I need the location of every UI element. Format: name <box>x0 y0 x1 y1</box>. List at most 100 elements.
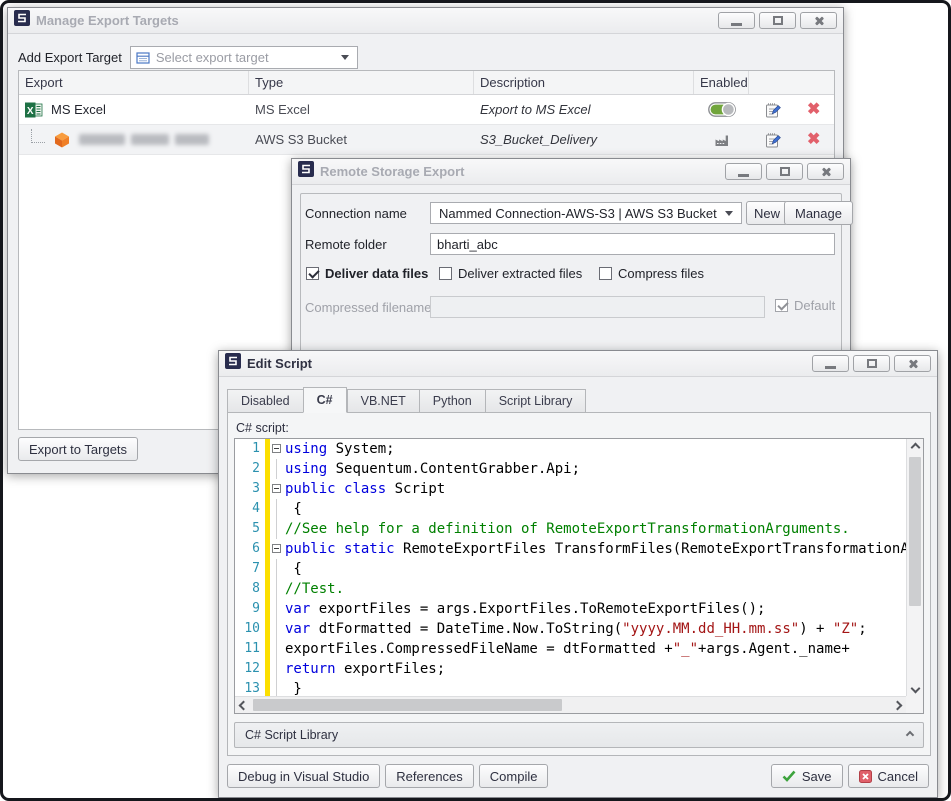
export-description: Export to MS Excel <box>480 102 591 117</box>
code-viewport[interactable]: 1using System;2using Sequentum.ContentGr… <box>235 439 906 696</box>
vertical-scrollbar[interactable] <box>906 439 923 696</box>
checkbox-checked-icon[interactable] <box>306 267 319 280</box>
code-text: using Sequentum.ContentGrabber.Api; <box>285 459 906 479</box>
dropdown-placeholder: Select export target <box>156 50 335 65</box>
tab-python[interactable]: Python <box>419 389 485 413</box>
code-line[interactable]: 5//See help for a definition of RemoteEx… <box>235 519 906 539</box>
deliver-extracted-files-checkbox[interactable]: Deliver extracted files <box>439 266 582 281</box>
code-line[interactable]: 4 { <box>235 499 906 519</box>
fold-collapse-box[interactable] <box>270 439 285 459</box>
maximize-button[interactable] <box>766 163 803 180</box>
minimize-button[interactable] <box>725 163 762 180</box>
references-button[interactable]: References <box>385 764 473 788</box>
column-header-actions <box>749 71 834 94</box>
tab-c-[interactable]: C# <box>303 387 347 413</box>
scroll-up-arrow[interactable] <box>907 439 924 455</box>
export-to-targets-button[interactable]: Export to Targets <box>18 437 138 461</box>
enabled-toggle-on[interactable] <box>708 102 736 117</box>
horizontal-scroll-thumb[interactable] <box>253 699 562 711</box>
tab-script-library[interactable]: Script Library <box>485 389 587 413</box>
deliver-data-files-label: Deliver data files <box>325 266 428 281</box>
deliver-data-files-checkbox[interactable]: Deliver data files <box>306 266 428 281</box>
scroll-down-arrow[interactable] <box>907 680 924 696</box>
vertical-scroll-thumb[interactable] <box>909 457 921 606</box>
column-header-enabled[interactable]: Enabled <box>694 71 749 94</box>
connection-name-combo[interactable]: Nammed Connection-AWS-S3 | AWS S3 Bucket <box>430 202 742 224</box>
compile-button[interactable]: Compile <box>479 764 549 788</box>
maximize-button[interactable] <box>759 12 796 29</box>
maximize-button[interactable] <box>853 355 890 372</box>
fold-guide <box>270 619 285 639</box>
delete-icon[interactable]: ✖ <box>807 102 820 118</box>
checkbox-unchecked-icon[interactable] <box>439 267 452 280</box>
new-connection-button[interactable]: New <box>746 201 788 225</box>
code-line[interactable]: 11exportFiles.CompressedFileName = dtFor… <box>235 639 906 659</box>
code-line[interactable]: 7 { <box>235 559 906 579</box>
fold-collapse-box[interactable] <box>270 479 285 499</box>
checkbox-checked-disabled-icon[interactable] <box>775 299 788 312</box>
code-line[interactable]: 8//Test. <box>235 579 906 599</box>
code-text: var exportFiles = args.ExportFiles.ToRem… <box>285 599 906 619</box>
add-export-target-label: Add Export Target <box>18 50 122 65</box>
manage-connections-button[interactable]: Manage <box>784 201 853 225</box>
default-checkbox[interactable]: Default <box>775 298 835 313</box>
line-number: 5 <box>235 519 265 539</box>
tab-vb-net[interactable]: VB.NET <box>347 389 419 413</box>
edit-icon[interactable] <box>765 132 781 148</box>
edit-icon[interactable] <box>765 102 781 118</box>
code-line[interactable]: 13 } <box>235 679 906 696</box>
save-button[interactable]: Save <box>771 764 843 788</box>
minimize-icon <box>825 366 836 369</box>
code-line[interactable]: 10var dtFormatted = DateTime.Now.ToStrin… <box>235 619 906 639</box>
delete-icon[interactable]: ✖ <box>807 132 820 148</box>
compress-files-checkbox[interactable]: Compress files <box>599 266 704 281</box>
manage-titlebar[interactable]: Manage Export Targets <box>8 8 843 34</box>
tab-disabled[interactable]: Disabled <box>227 389 303 413</box>
remote-folder-input[interactable] <box>430 233 835 255</box>
table-row[interactable]: X MS ExcelMS ExcelExport to MS Excel ✖ <box>19 95 834 125</box>
script-footer: Debug in Visual Studio References Compil… <box>219 755 937 797</box>
line-number: 3 <box>235 479 265 499</box>
code-line[interactable]: 1using System; <box>235 439 906 459</box>
code-line[interactable]: 9var exportFiles = args.ExportFiles.ToRe… <box>235 599 906 619</box>
column-header-type[interactable]: Type <box>249 71 474 94</box>
close-button[interactable] <box>800 12 837 29</box>
save-check-icon <box>782 770 796 782</box>
minimize-button[interactable] <box>718 12 755 29</box>
code-line[interactable]: 12return exportFiles; <box>235 659 906 679</box>
debug-in-visual-studio-button[interactable]: Debug in Visual Studio <box>227 764 380 788</box>
line-number: 6 <box>235 539 265 559</box>
cancel-button[interactable]: Cancel <box>848 764 929 788</box>
horizontal-scrollbar[interactable] <box>235 696 906 713</box>
close-button[interactable] <box>807 163 844 180</box>
select-export-target-dropdown[interactable]: Select export target <box>130 46 358 69</box>
checkbox-unchecked-icon[interactable] <box>599 267 612 280</box>
code-line[interactable]: 3public class Script <box>235 479 906 499</box>
code-editor[interactable]: 1using System;2using Sequentum.ContentGr… <box>234 438 924 714</box>
script-titlebar[interactable]: Edit Script <box>219 351 937 377</box>
remote-titlebar[interactable]: Remote Storage Export <box>292 159 850 185</box>
scroll-right-arrow[interactable] <box>889 697 906 713</box>
fold-collapse-box[interactable] <box>270 539 285 559</box>
connection-name-label: Connection name <box>305 206 407 221</box>
ms-excel-icon: X <box>25 101 43 119</box>
table-row[interactable]: AWS S3 BucketS3_Bucket_Delivery ✖ <box>19 125 834 155</box>
maximize-icon <box>867 359 877 368</box>
script-library-panel[interactable]: C# Script Library <box>234 722 924 748</box>
chevron-right-icon <box>893 700 903 710</box>
code-line[interactable]: 6public static RemoteExportFiles Transfo… <box>235 539 906 559</box>
code-text: using System; <box>285 439 906 459</box>
close-button[interactable] <box>894 355 931 372</box>
fold-guide <box>270 559 285 579</box>
scroll-left-arrow[interactable] <box>235 697 252 713</box>
screenshot-frame: Manage Export Targets Add Export Target … <box>0 0 951 801</box>
column-header-export[interactable]: Export <box>19 71 249 94</box>
column-header-description[interactable]: Description <box>474 71 694 94</box>
minimize-button[interactable] <box>812 355 849 372</box>
editor-label: C# script: <box>234 418 924 438</box>
code-line[interactable]: 2using Sequentum.ContentGrabber.Api; <box>235 459 906 479</box>
close-icon <box>820 166 832 178</box>
export-description: S3_Bucket_Delivery <box>480 132 597 147</box>
svg-text:X: X <box>27 106 34 117</box>
csharp-tab-page: C# script: 1using System;2using Sequentu… <box>227 412 931 756</box>
